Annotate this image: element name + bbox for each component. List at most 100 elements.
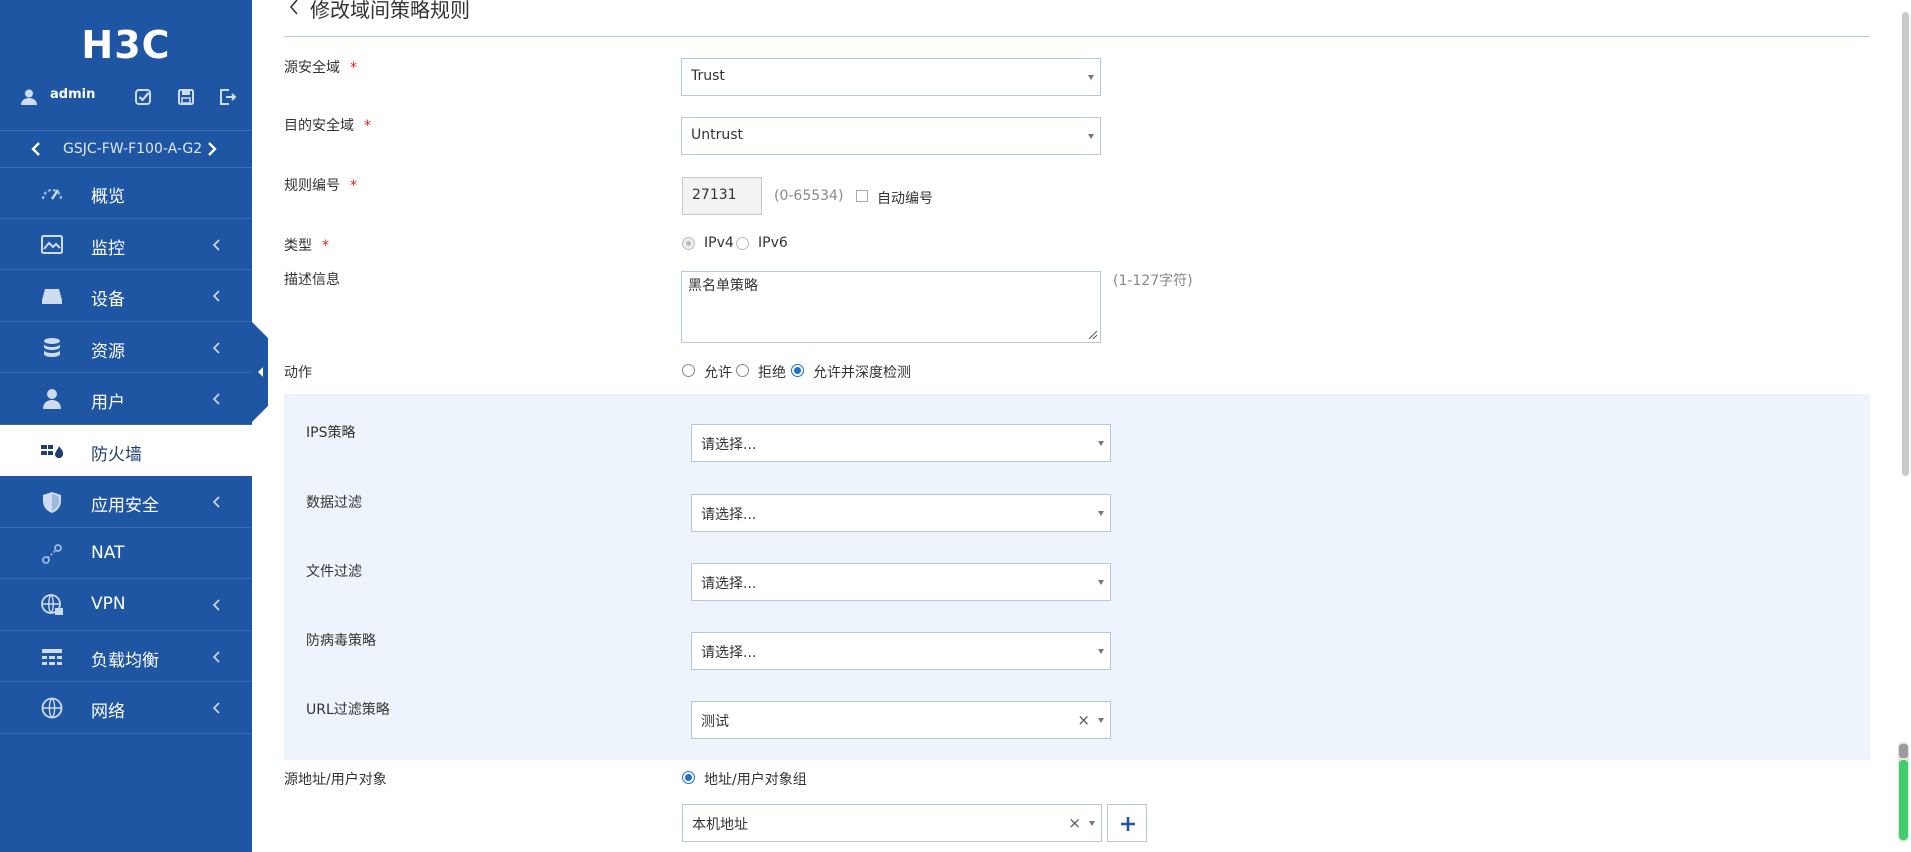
menu-item-load-balance[interactable]: 负载均衡 <box>0 631 252 682</box>
commit-check-icon[interactable] <box>133 87 153 107</box>
deep-inspection-panel: IPS策略 请选择... 数据过滤 请选择... 文件过滤 请选择... 防病毒… <box>284 394 1870 760</box>
src-zone-value: Trust <box>691 68 725 84</box>
chevron-right-icon[interactable] <box>204 141 220 157</box>
back-chevron-icon[interactable] <box>288 0 300 15</box>
caret-down-icon <box>1089 821 1095 826</box>
caret-down-icon <box>1098 511 1104 516</box>
menu-item-overview[interactable]: 概览 <box>0 167 252 219</box>
ips-label: IPS策略 <box>306 425 356 441</box>
main-menu: 概览 监控 设备 资源 用户 防火墙 应用安全 NAT VPN 负载均衡 网络 <box>0 167 252 734</box>
clear-x-icon[interactable]: × <box>1068 814 1081 832</box>
action-allow-label: 允许 <box>704 365 732 381</box>
type-label: 类型 * <box>284 238 329 254</box>
database-icon <box>44 337 60 357</box>
src-zone-label: 源安全域 * <box>284 60 357 76</box>
chevron-left-icon <box>212 650 220 663</box>
user-avatar-icon <box>21 89 37 105</box>
caret-down-icon <box>1098 441 1104 446</box>
menu-label: 概览 <box>91 187 125 207</box>
antivirus-placeholder: 请选择... <box>701 645 757 661</box>
menu-item-user[interactable]: 用户 <box>0 373 252 425</box>
action-deep-inspect-radio[interactable] <box>791 364 804 377</box>
scrollbar-thumb[interactable] <box>1902 12 1909 476</box>
logout-icon[interactable] <box>217 87 237 107</box>
menu-item-resource[interactable]: 资源 <box>0 322 252 373</box>
mini-scroll-indicator[interactable] <box>1896 742 1911 842</box>
chevron-left-icon <box>212 238 220 251</box>
plus-icon <box>1121 817 1135 831</box>
url-filter-select[interactable]: 测试 × <box>691 701 1111 739</box>
dashboard-icon <box>41 188 63 200</box>
menu-item-vpn[interactable]: VPN <box>0 579 252 631</box>
action-label: 动作 <box>284 365 312 381</box>
menu-label: 设备 <box>91 290 125 310</box>
description-value: 黑名单策略 <box>688 278 758 294</box>
menu-item-firewall[interactable]: 防火墙 <box>0 424 252 476</box>
menu-item-app-security[interactable]: 应用安全 <box>0 476 252 528</box>
data-filter-placeholder: 请选择... <box>701 507 757 523</box>
device-switcher: GSJC-FW-F100-A-G2 <box>0 130 252 168</box>
resize-grip-icon[interactable] <box>1088 330 1098 340</box>
username: admin <box>50 87 96 102</box>
firewall-icon <box>41 444 64 458</box>
page-scrollbar[interactable] <box>1900 0 1911 852</box>
shield-icon <box>43 492 61 513</box>
menu-label: 用户 <box>91 393 125 413</box>
clear-x-icon[interactable]: × <box>1077 711 1090 729</box>
action-allow-radio[interactable] <box>682 364 695 377</box>
menu-label: 防火墙 <box>91 444 142 465</box>
h3c-logo: H3C <box>81 24 169 66</box>
menu-label: 应用安全 <box>91 496 159 516</box>
src-addr-group-label: 地址/用户对象组 <box>704 772 807 788</box>
menu-item-network[interactable]: 网络 <box>0 682 252 734</box>
antivirus-select[interactable]: 请选择... <box>691 632 1111 670</box>
rule-id-range-hint: (0-65534) <box>774 188 844 204</box>
menu-label: 监控 <box>91 238 125 259</box>
caret-down-icon <box>1098 649 1104 654</box>
type-ipv6-radio[interactable] <box>736 237 749 250</box>
caret-down-icon <box>1098 718 1104 723</box>
load-balance-icon <box>42 648 62 665</box>
chevron-left-icon <box>212 599 220 611</box>
dst-zone-select[interactable]: Untrust <box>681 117 1101 155</box>
src-addr-select[interactable]: 本机地址 × <box>682 804 1102 842</box>
auto-number-checkbox[interactable] <box>856 190 868 202</box>
device-name: GSJC-FW-F100-A-G2 <box>63 141 203 157</box>
data-filter-label: 数据过滤 <box>306 495 362 511</box>
chevron-left-icon[interactable] <box>28 141 44 157</box>
src-addr-group-radio[interactable] <box>682 771 695 784</box>
chevron-left-icon <box>212 496 220 508</box>
type-ipv4-label: IPv4 <box>704 235 734 251</box>
description-label: 描述信息 <box>284 272 340 288</box>
menu-item-monitor[interactable]: 监控 <box>0 219 252 270</box>
add-address-button[interactable] <box>1107 804 1147 842</box>
src-zone-select[interactable]: Trust <box>681 58 1101 96</box>
save-icon[interactable] <box>176 87 196 107</box>
type-ipv6-label: IPv6 <box>758 235 788 251</box>
file-filter-select[interactable]: 请选择... <box>691 563 1111 601</box>
rule-id-input[interactable]: 27131 <box>682 177 762 215</box>
dst-zone-label: 目的安全域 * <box>284 118 371 134</box>
src-addr-value: 本机地址 <box>692 817 748 833</box>
ips-placeholder: 请选择... <box>701 437 757 453</box>
nat-icon <box>42 543 62 564</box>
caret-down-icon <box>1098 580 1104 585</box>
sidebar: H3C admin GSJC-FW-F100-A-G2 概览 监控 设备 资源 … <box>0 0 252 852</box>
src-addr-label: 源地址/用户对象 <box>284 772 387 788</box>
title-divider <box>284 36 1870 37</box>
rule-id-label: 规则编号 * <box>284 178 357 194</box>
menu-item-nat[interactable]: NAT <box>0 528 252 579</box>
menu-label: VPN <box>91 594 126 614</box>
chevron-left-icon <box>212 341 220 354</box>
ips-select[interactable]: 请选择... <box>691 424 1111 462</box>
user-icon <box>43 389 61 409</box>
data-filter-select[interactable]: 请选择... <box>691 494 1111 532</box>
action-deny-label: 拒绝 <box>758 365 786 381</box>
globe-icon <box>41 697 63 719</box>
description-textarea[interactable]: 黑名单策略 <box>681 271 1101 343</box>
type-ipv4-radio[interactable] <box>682 237 695 250</box>
menu-label: 网络 <box>91 702 125 722</box>
menu-label: 资源 <box>91 341 125 362</box>
menu-item-device[interactable]: 设备 <box>0 270 252 322</box>
action-deny-radio[interactable] <box>736 364 749 377</box>
